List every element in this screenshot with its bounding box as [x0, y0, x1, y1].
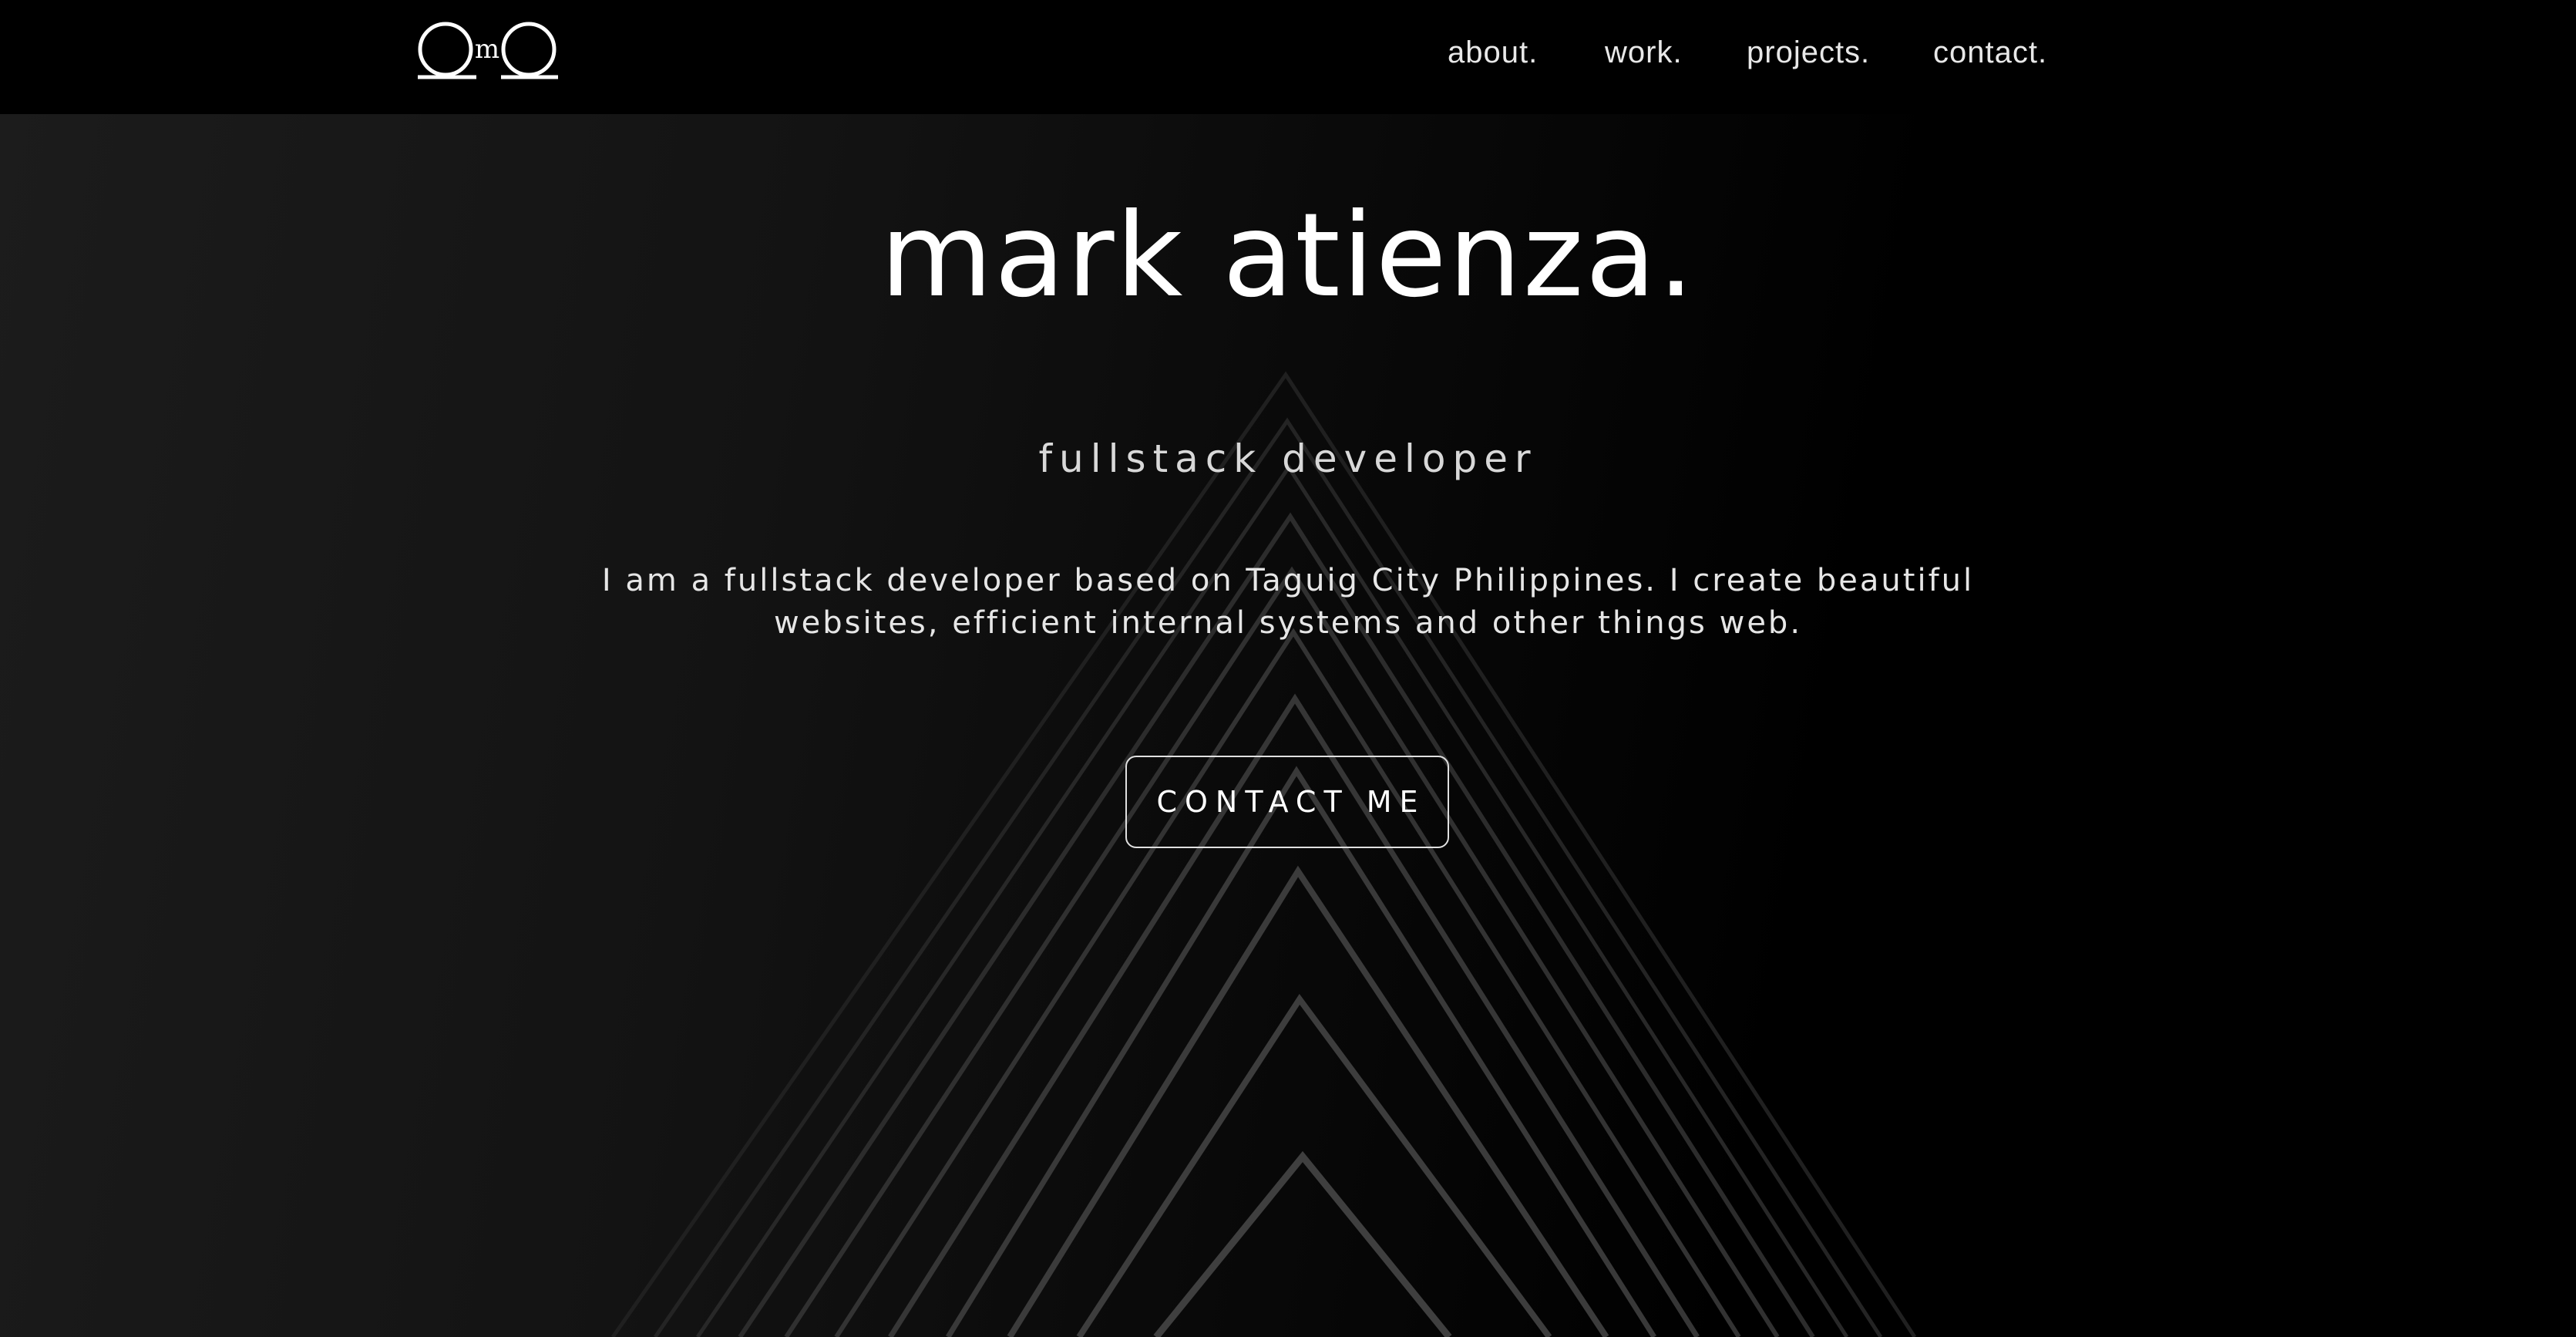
nav-projects[interactable]: projects.	[1747, 34, 1870, 71]
nav-contact[interactable]: contact.	[1933, 34, 2047, 71]
hero-role: fullstack developer	[1038, 436, 1538, 481]
contact-me-button[interactable]: CONTACT ME	[1125, 756, 1449, 848]
logo-icon[interactable]: m	[416, 17, 560, 83]
nav-work[interactable]: work.	[1605, 34, 1683, 71]
hero-name: mark atienza.	[879, 189, 1697, 323]
top-navbar: m about. work. projects. contact.	[0, 0, 2576, 114]
nav-about[interactable]: about.	[1448, 34, 1538, 71]
hero-bio: I am a fullstack developer based on Tagu…	[601, 563, 1975, 641]
logo-letter: m	[475, 34, 499, 65]
